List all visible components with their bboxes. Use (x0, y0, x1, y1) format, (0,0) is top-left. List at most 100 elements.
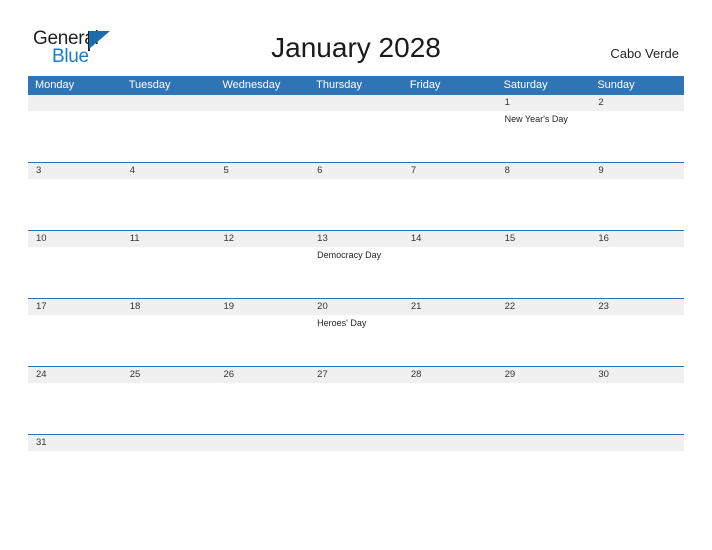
day-number[interactable]: 6 (309, 163, 403, 179)
day-event (497, 383, 591, 433)
day-number[interactable] (28, 95, 122, 111)
day-number[interactable]: 22 (497, 299, 591, 315)
day-number[interactable]: 7 (403, 163, 497, 179)
day-number[interactable]: 14 (403, 231, 497, 247)
day-number[interactable]: 28 (403, 367, 497, 383)
day-event: Democracy Day (317, 250, 382, 260)
calendar-grid: Monday Tuesday Wednesday Thursday Friday… (28, 76, 684, 465)
day-event (122, 315, 216, 365)
day-number[interactable]: 10 (28, 231, 122, 247)
day-event (309, 111, 403, 161)
page-title: January 2028 (271, 32, 441, 63)
day-number[interactable]: 8 (497, 163, 591, 179)
day-number[interactable] (403, 95, 497, 111)
day-event (215, 451, 309, 464)
day-number[interactable]: 29 (497, 367, 591, 383)
day-number[interactable]: 2 (590, 95, 684, 111)
day-event: Heroes' Day (317, 318, 367, 328)
weekday-friday: Friday (409, 79, 441, 91)
day-event (28, 179, 122, 229)
day-number[interactable] (122, 95, 216, 111)
week-row: 3 4 5 6 7 8 9 (28, 162, 684, 230)
day-event (309, 451, 403, 464)
day-event (122, 179, 216, 229)
day-number[interactable]: 11 (122, 231, 216, 247)
day-event (122, 247, 216, 297)
day-event (215, 383, 309, 433)
week-row: 1 2 New Year's Day (28, 95, 684, 162)
week-date-band: 3 4 5 6 7 8 9 (28, 163, 684, 179)
page-header: General Blue January 2028 Cabo Verde (0, 0, 712, 76)
day-number[interactable]: 17 (28, 299, 122, 315)
weekday-monday: Monday (35, 79, 75, 91)
day-number[interactable]: 31 (28, 435, 122, 451)
week-row: 17 18 19 20 21 22 23 Heroes' Day (28, 298, 684, 366)
day-event (590, 315, 684, 365)
day-number[interactable] (309, 435, 403, 451)
day-event (497, 451, 591, 464)
day-number[interactable] (590, 435, 684, 451)
day-event (497, 247, 591, 297)
day-number[interactable]: 3 (28, 163, 122, 179)
day-number[interactable]: 15 (497, 231, 591, 247)
day-event (403, 179, 497, 229)
day-number[interactable]: 23 (590, 299, 684, 315)
weekday-saturday: Saturday (503, 79, 548, 91)
day-number[interactable]: 4 (122, 163, 216, 179)
day-event (28, 315, 122, 365)
country-label: Cabo Verde (610, 46, 679, 61)
week-date-band: 31 (28, 435, 684, 451)
day-event (122, 111, 216, 161)
day-event (497, 315, 591, 365)
day-event (122, 451, 216, 464)
day-number[interactable]: 26 (215, 367, 309, 383)
weekday-tuesday: Tuesday (128, 79, 171, 91)
day-number[interactable]: 21 (403, 299, 497, 315)
day-number[interactable]: 16 (590, 231, 684, 247)
week-date-band: 24 25 26 27 28 29 30 (28, 367, 684, 383)
week-date-band: 10 11 12 13 14 15 16 (28, 231, 684, 247)
day-event (590, 451, 684, 464)
calendar-page: General Blue January 2028 Cabo Verde Mon… (0, 0, 712, 550)
day-number[interactable]: 25 (122, 367, 216, 383)
day-number[interactable] (122, 435, 216, 451)
day-number[interactable] (403, 435, 497, 451)
day-event (215, 111, 309, 161)
day-event (590, 179, 684, 229)
day-number[interactable]: 24 (28, 367, 122, 383)
day-event (28, 111, 122, 161)
day-number[interactable]: 9 (590, 163, 684, 179)
weekday-header-row: Monday Tuesday Wednesday Thursday Friday… (28, 76, 684, 95)
day-event (309, 179, 403, 229)
weekday-thursday: Thursday (316, 79, 363, 91)
day-number[interactable]: 19 (215, 299, 309, 315)
weekday-wednesday: Wednesday (222, 79, 281, 91)
week-content-band (28, 383, 684, 433)
day-number[interactable] (215, 95, 309, 111)
day-number[interactable]: 12 (215, 231, 309, 247)
day-event (590, 111, 684, 161)
week-content-band: New Year's Day (28, 111, 684, 161)
day-event (215, 247, 309, 297)
day-number[interactable]: 18 (122, 299, 216, 315)
day-event (403, 383, 497, 433)
day-event (122, 383, 216, 433)
week-row: 10 11 12 13 14 15 16 Democracy Day (28, 230, 684, 298)
day-event (403, 315, 497, 365)
day-number[interactable] (215, 435, 309, 451)
day-number[interactable] (309, 95, 403, 111)
day-event (403, 111, 497, 161)
day-number[interactable]: 1 (497, 95, 591, 111)
day-event (403, 451, 497, 464)
week-row: 31 (28, 434, 684, 465)
day-number[interactable]: 30 (590, 367, 684, 383)
week-content-band (28, 179, 684, 229)
day-number[interactable]: 5 (215, 163, 309, 179)
day-number[interactable]: 27 (309, 367, 403, 383)
day-event (215, 315, 309, 365)
day-number[interactable] (497, 435, 591, 451)
day-number[interactable]: 20 (309, 299, 403, 315)
day-event (497, 179, 591, 229)
day-event (403, 247, 497, 297)
day-number[interactable]: 13 (309, 231, 403, 247)
